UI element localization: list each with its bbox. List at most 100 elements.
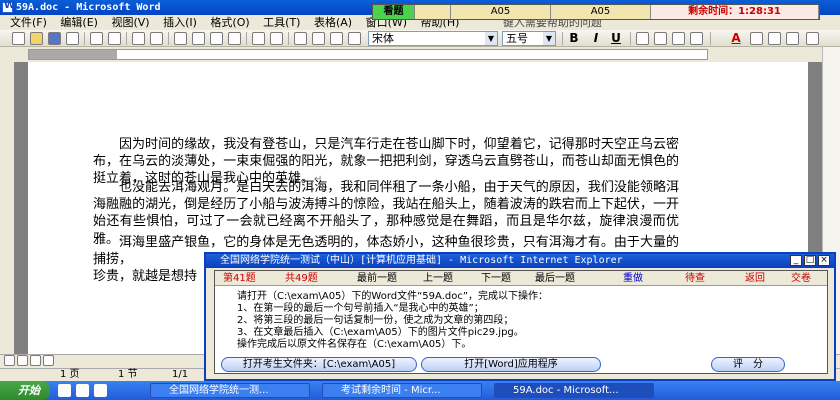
- redo-button[interactable]: 重做: [623, 271, 643, 286]
- pending-button[interactable]: 待查: [685, 271, 705, 286]
- menu-table[interactable]: 表格(A): [314, 15, 352, 30]
- horizontal-ruler[interactable]: [0, 47, 840, 62]
- quick-launch-desktop-icon[interactable]: [76, 384, 89, 397]
- current-question: 第41题: [223, 273, 256, 284]
- print-view-icon[interactable]: [30, 355, 41, 366]
- drawing-icon[interactable]: [348, 32, 361, 45]
- font-color-button[interactable]: A: [728, 31, 744, 46]
- paste-icon[interactable]: [210, 32, 223, 45]
- char-border-icon[interactable]: [768, 32, 781, 45]
- justify-icon[interactable]: [690, 32, 703, 45]
- prev-question-button[interactable]: 上一题: [423, 271, 453, 286]
- redo-icon[interactable]: [270, 32, 283, 45]
- exam-field-1: A05: [451, 5, 551, 19]
- instruction-line-5: 操作完成后以原文件名保存在（C:\exam\A05）下。: [237, 339, 472, 350]
- status-section: 1 节: [118, 369, 138, 380]
- toolbar-separator: [562, 32, 563, 45]
- undo-icon[interactable]: [252, 32, 265, 45]
- menu-view[interactable]: 视图(V): [111, 15, 149, 30]
- tables-borders-icon[interactable]: [312, 32, 325, 45]
- format-painter-icon[interactable]: [228, 32, 241, 45]
- quick-launch-media-icon[interactable]: [94, 384, 107, 397]
- insert-table-icon[interactable]: [330, 32, 343, 45]
- underline-button[interactable]: U: [608, 31, 624, 46]
- hyperlink-icon[interactable]: [294, 32, 307, 45]
- cut-icon[interactable]: [174, 32, 187, 45]
- toolbar-separator: [288, 32, 289, 45]
- toolbar-separator: [168, 32, 169, 45]
- research-icon[interactable]: [150, 32, 163, 45]
- ruler-scale: [28, 49, 708, 60]
- next-question-button[interactable]: 下一题: [481, 271, 511, 286]
- ruler-margin: [29, 50, 117, 59]
- spelling-icon[interactable]: [132, 32, 145, 45]
- minimize-icon[interactable]: _: [790, 255, 802, 266]
- last-question-button[interactable]: 最后一题: [535, 271, 575, 286]
- back-button[interactable]: 返回: [745, 271, 765, 286]
- exam-status-bar: 看题 A05 A05 剩余时间：1:28:31: [372, 4, 820, 20]
- taskbar-item-exam[interactable]: 全国网络学院统一测...: [150, 383, 310, 398]
- grow-font-icon[interactable]: [806, 32, 819, 45]
- menu-edit[interactable]: 编辑(E): [60, 15, 98, 30]
- taskbar-item-word[interactable]: 59A.doc - Microsoft...: [494, 383, 654, 398]
- menu-file[interactable]: 文件(F): [10, 15, 47, 30]
- taskbar: 开始 全国网络学院统一测... 考试剩余时间 - Micr... 59A.doc…: [0, 381, 840, 400]
- close-icon[interactable]: ×: [818, 255, 830, 266]
- exam-mode-label: 看题: [373, 5, 415, 19]
- open-student-folder-button[interactable]: 打开考生文件夹：[C:\exam\A05]: [221, 357, 417, 372]
- instruction-line-2: 1、在第一段的最后一个句号前插入“是我心中的英雄”；: [237, 303, 484, 314]
- highlight-icon[interactable]: [750, 32, 763, 45]
- font-name-select[interactable]: 宋体 ▼: [368, 31, 498, 46]
- open-word-button[interactable]: 打开[Word]应用程序: [421, 357, 601, 372]
- exam-dialog-window: 全国网络学院统一测试（中山）[计算机应用基础] - Microsoft Inte…: [204, 252, 836, 381]
- instruction-line-1: 请打开（C:\exam\A05）下的Word文件“59A.doc”，完成以下操作…: [237, 291, 549, 302]
- font-size-select[interactable]: 五号 ▼: [502, 31, 556, 46]
- chevron-down-icon[interactable]: ▼: [485, 32, 497, 45]
- print-preview-icon[interactable]: [108, 32, 121, 45]
- maximize-icon[interactable]: □: [804, 255, 816, 266]
- vertical-ruler: [0, 62, 14, 354]
- paragraph-3-tail-text: 珍贵，就越是想持: [93, 269, 198, 284]
- taskbar-item-timer[interactable]: 考试剩余时间 - Micr...: [322, 383, 482, 398]
- font-size-value: 五号: [506, 32, 528, 45]
- normal-view-icon[interactable]: [4, 355, 15, 366]
- submit-button[interactable]: 交卷: [791, 271, 811, 286]
- exam-timer: 剩余时间：1:28:31: [651, 5, 819, 19]
- save-icon[interactable]: [48, 32, 61, 45]
- menu-insert[interactable]: 插入(I): [163, 15, 197, 30]
- first-question-button[interactable]: 最前一题: [357, 271, 397, 286]
- menu-tools[interactable]: 工具(T): [263, 15, 300, 30]
- instruction-line-3: 2、将第三段的最后一句话复制一份，使之成为文章的第四段；: [237, 315, 514, 326]
- outline-view-icon[interactable]: [43, 355, 54, 366]
- align-center-icon[interactable]: [654, 32, 667, 45]
- bold-button[interactable]: B: [566, 31, 582, 46]
- status-page-of: 1/1: [172, 369, 189, 380]
- menu-format[interactable]: 格式(O): [210, 15, 249, 30]
- copy-icon[interactable]: [192, 32, 205, 45]
- word-app-icon[interactable]: [2, 0, 15, 13]
- web-view-icon[interactable]: [17, 355, 28, 366]
- exam-field-2: A05: [551, 5, 651, 19]
- toolbar-separator: [126, 32, 127, 45]
- standard-toolbar: 宋体 ▼ 五号 ▼ B I U A: [0, 30, 840, 47]
- new-doc-icon[interactable]: [12, 32, 25, 45]
- total-questions: 共49题: [285, 273, 318, 284]
- print-icon[interactable]: [90, 32, 103, 45]
- quick-launch-ie-icon[interactable]: [58, 384, 71, 397]
- exam-spacer: [415, 5, 451, 19]
- exam-dialog-title: 全国网络学院统一测试（中山）[计算机应用基础] - Microsoft Inte…: [206, 254, 834, 268]
- align-left-icon[interactable]: [636, 32, 649, 45]
- toolbar-separator: [630, 32, 631, 45]
- exam-panel: 第41题 共49题 最前一题 上一题 下一题 最后一题 重做 待查 返回 交卷 …: [214, 270, 828, 374]
- italic-button[interactable]: I: [588, 31, 604, 46]
- score-button[interactable]: 评 分: [711, 357, 785, 372]
- status-page: 1 页: [60, 369, 80, 380]
- instruction-line-4: 3、在文章最后插入（C:\exam\A05）下的图片文件pic29.jpg。: [237, 327, 524, 338]
- char-shading-icon[interactable]: [786, 32, 799, 45]
- chevron-down-icon[interactable]: ▼: [543, 32, 555, 45]
- toolbar-separator: [84, 32, 85, 45]
- start-button[interactable]: 开始: [0, 381, 50, 400]
- open-folder-icon[interactable]: [30, 32, 43, 45]
- permission-icon[interactable]: [66, 32, 79, 45]
- align-right-icon[interactable]: [672, 32, 685, 45]
